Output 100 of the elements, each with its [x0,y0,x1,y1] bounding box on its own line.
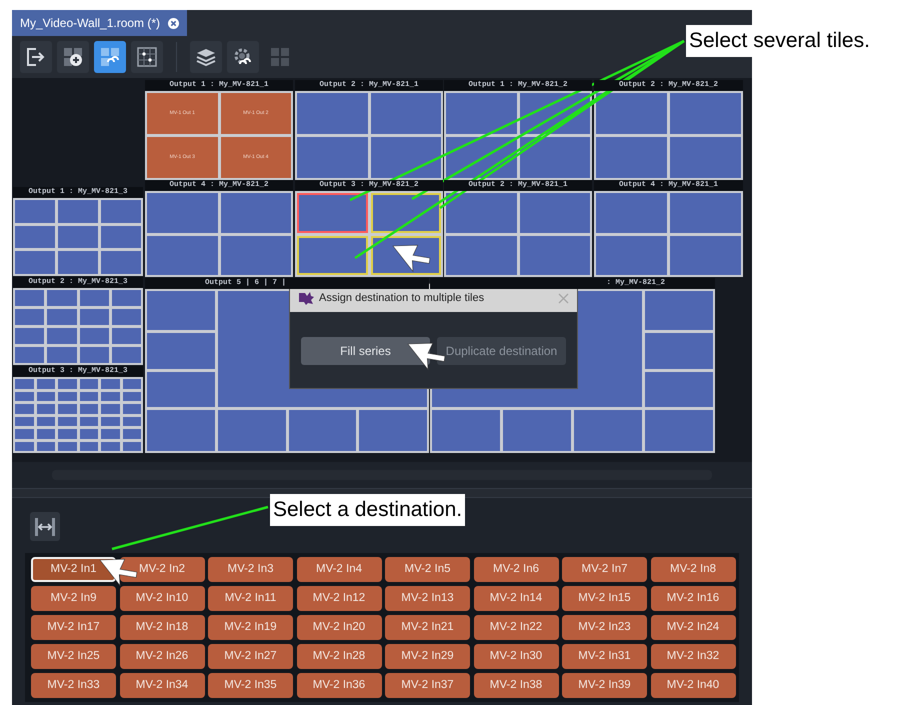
source-button[interactable]: MV-2 In6 [474,557,558,582]
document-tab[interactable]: My_Video-Wall_1.room (*) [12,10,188,36]
video-tile[interactable] [112,328,141,344]
video-tile[interactable] [670,93,741,134]
video-tile[interactable] [596,236,667,275]
video-tile[interactable] [58,429,76,438]
video-tile[interactable] [58,251,98,274]
video-tile[interactable] [122,392,141,401]
video-tile[interactable] [147,372,215,408]
video-tile[interactable] [297,193,368,232]
video-tile[interactable] [520,137,590,178]
video-tile[interactable] [645,291,713,330]
video-tile[interactable] [80,290,109,306]
video-tile[interactable] [122,416,141,426]
source-button[interactable]: MV-2 In24 [650,615,736,640]
video-tile[interactable] [80,379,98,388]
dialog-button[interactable]: Fill series [301,337,430,365]
video-tile[interactable] [80,309,109,325]
video-tile[interactable] [15,290,44,306]
source-button[interactable]: MV-2 In13 [385,586,470,611]
video-tile[interactable] [80,392,98,401]
source-button[interactable]: MV-2 In38 [474,673,558,698]
video-tile[interactable] [58,379,76,388]
video-tile[interactable] [220,193,291,232]
video-tile[interactable] [80,404,98,414]
video-tile[interactable] [15,392,34,401]
source-button[interactable]: MV-2 In34 [120,673,204,698]
source-button[interactable]: MV-2 In19 [208,615,293,640]
video-tile[interactable] [15,309,44,325]
source-button[interactable]: MV-2 In18 [120,615,204,640]
source-button[interactable]: MV-2 In5 [385,557,470,582]
video-tile[interactable] [15,416,34,426]
source-button[interactable]: MV-2 In9 [31,586,116,611]
video-tile[interactable] [112,290,141,306]
video-tile[interactable] [101,226,141,248]
video-tile[interactable] [147,333,215,369]
video-tile[interactable] [36,442,55,451]
video-tile[interactable] [47,309,76,325]
video-tile[interactable] [446,93,516,134]
source-button[interactable]: MV-2 In10 [120,586,204,611]
grid-points-button[interactable] [131,41,163,73]
assign-tiles-button[interactable] [94,41,126,73]
video-tile[interactable] [101,429,120,438]
close-icon[interactable] [168,18,180,28]
video-tile[interactable] [596,93,667,134]
video-tile[interactable] [58,200,98,223]
source-button[interactable]: MV-2 In35 [208,673,293,698]
video-tile[interactable] [58,226,98,248]
fit-width-button[interactable] [30,512,60,541]
video-tile[interactable] [670,236,741,275]
video-tile[interactable] [645,333,713,369]
source-button[interactable]: MV-2 In31 [562,644,647,669]
video-tile[interactable] [47,328,76,344]
video-tile[interactable] [15,200,55,223]
video-tile[interactable] [446,193,516,232]
video-tile[interactable] [596,137,667,178]
video-tile[interactable] [112,309,141,325]
source-button[interactable]: MV-2 In20 [296,615,382,640]
source-button[interactable]: MV-2 In14 [474,586,558,611]
video-tile[interactable] [101,200,141,223]
video-tile[interactable] [670,193,741,232]
video-tile[interactable] [297,137,368,178]
video-tile[interactable] [15,429,34,438]
video-tile[interactable] [80,442,98,451]
video-tile[interactable] [101,392,120,401]
video-tile[interactable] [218,410,286,451]
video-tile[interactable] [122,404,141,414]
video-tile[interactable] [80,429,98,438]
video-tile[interactable] [446,236,516,275]
video-tile[interactable] [101,416,120,426]
video-tile[interactable] [220,236,291,275]
source-button[interactable]: MV-2 In21 [385,615,470,640]
video-tile[interactable] [58,392,76,401]
source-button[interactable]: MV-2 In3 [208,557,293,582]
video-tile[interactable] [36,429,55,438]
video-tile[interactable] [503,410,571,451]
video-tile[interactable] [80,416,98,426]
video-tile[interactable] [370,137,441,178]
video-tile[interactable] [370,93,441,134]
source-button[interactable]: MV-2 In11 [208,586,293,611]
source-button[interactable]: MV-2 In36 [296,673,382,698]
source-button[interactable]: MV-2 In8 [650,557,736,582]
add-tile-button[interactable] [57,41,89,73]
video-tile[interactable] [520,193,590,232]
video-tile[interactable] [15,442,34,451]
video-tile[interactable] [58,442,76,451]
source-button[interactable]: MV-2 In40 [650,673,736,698]
video-tile[interactable] [432,410,500,451]
video-tile[interactable] [520,236,590,275]
video-tile[interactable] [596,193,667,232]
video-tile[interactable] [122,429,141,438]
video-tile[interactable] [101,251,141,274]
video-tile[interactable] [15,226,55,248]
source-button[interactable]: MV-2 In16 [650,586,736,611]
video-tile[interactable] [645,410,713,451]
video-tile[interactable] [297,236,368,275]
video-tile[interactable] [36,392,55,401]
video-tile[interactable] [147,410,215,451]
video-tile[interactable] [370,193,441,232]
video-tile[interactable] [80,347,109,363]
